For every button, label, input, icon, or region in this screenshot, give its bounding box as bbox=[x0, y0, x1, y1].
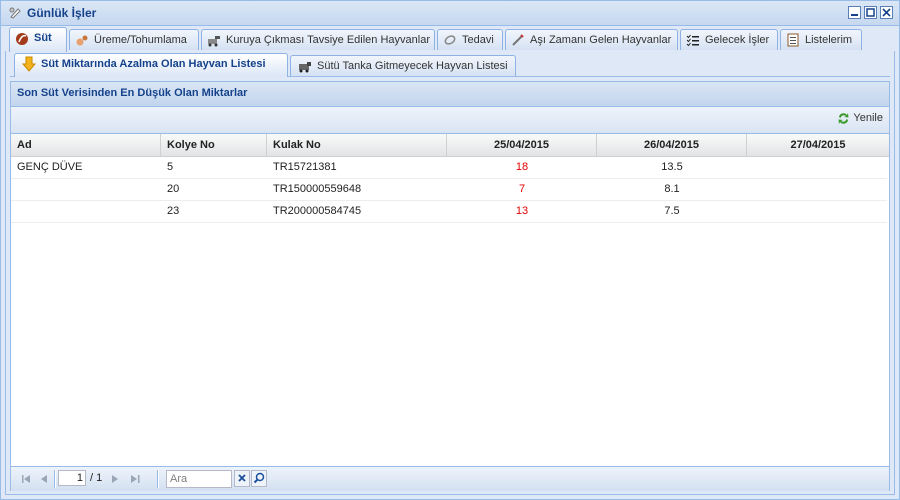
previous-page-icon[interactable] bbox=[37, 472, 51, 486]
refresh-icon bbox=[838, 113, 849, 124]
cell-kolye-no: 20 bbox=[167, 183, 180, 195]
minimize-button[interactable] bbox=[848, 6, 861, 19]
close-button[interactable] bbox=[880, 6, 893, 19]
tab-ureme-tohumlama[interactable]: Üreme/Tohumlama bbox=[69, 29, 199, 50]
cell-ad: GENÇ DÜVE bbox=[17, 161, 83, 173]
milk-decrease-panel: Son Süt Verisinden En Düşük Olan Miktarl… bbox=[10, 81, 890, 491]
pager-separator bbox=[157, 470, 159, 488]
arrow-down-icon bbox=[21, 56, 37, 72]
cell-date-2: 7.5 bbox=[664, 205, 680, 217]
list-icon bbox=[787, 33, 799, 47]
tab-content-sut: Süt Miktarında Azalma Olan Hayvan Listes… bbox=[5, 51, 895, 495]
tab-tedavi[interactable]: Tedavi bbox=[437, 29, 503, 50]
treatment-icon bbox=[444, 35, 456, 45]
daily-tasks-icon bbox=[9, 7, 21, 19]
tab-label: Gelecek İşler bbox=[705, 34, 770, 46]
cell-kulak-no: TR150000559648 bbox=[273, 183, 362, 195]
task-list-icon bbox=[686, 34, 699, 47]
page-total: / 1 bbox=[90, 472, 103, 484]
tab-label: Üreme/Tohumlama bbox=[94, 34, 187, 46]
window-title: Günlük İşler bbox=[27, 6, 97, 20]
cell-date-1: 13 bbox=[515, 205, 529, 217]
paging-toolbar: 1 / 1 Ara bbox=[11, 466, 889, 491]
table-row[interactable]: 20 TR150000559648 7 8.1 bbox=[11, 179, 887, 201]
pager-separator bbox=[54, 470, 56, 488]
search-icon[interactable] bbox=[251, 470, 267, 487]
next-page-icon[interactable] bbox=[108, 472, 122, 486]
cell-date-3 bbox=[747, 157, 887, 178]
tab-label: Aşı Zamanı Gelen Hayvanlar bbox=[530, 34, 672, 46]
first-page-icon[interactable] bbox=[19, 472, 33, 486]
cell-ad bbox=[11, 201, 161, 222]
cell-kolye-no: 23 bbox=[167, 205, 180, 217]
cell-date-2: 8.1 bbox=[664, 183, 680, 195]
tank-icon bbox=[299, 62, 311, 73]
cell-date-2: 13.5 bbox=[661, 161, 683, 173]
sub-tabbar: Süt Miktarında Azalma Olan Hayvan Listes… bbox=[10, 52, 890, 77]
cell-ad bbox=[11, 179, 161, 200]
tab-label: Süt bbox=[34, 32, 52, 44]
grid-header: Ad Kolye No Kulak No 25/04/2015 26/04/20… bbox=[11, 134, 889, 157]
tab-gelecek-isler[interactable]: Gelecek İşler bbox=[680, 29, 778, 50]
subtab-sutu-tanka-gitmeyecek[interactable]: Sütü Tanka Gitmeyecek Hayvan Listesi bbox=[290, 55, 516, 76]
maximize-icon bbox=[866, 8, 875, 17]
tab-label: Tedavi bbox=[462, 34, 494, 46]
subtab-label: Sütü Tanka Gitmeyecek Hayvan Listesi bbox=[317, 60, 508, 72]
close-icon bbox=[882, 8, 891, 17]
window-titlebar[interactable]: Günlük İşler bbox=[1, 1, 899, 26]
cell-kulak-no: TR15721381 bbox=[273, 161, 337, 173]
column-header-date-2[interactable]: 26/04/2015 bbox=[597, 134, 747, 156]
clear-search-icon[interactable] bbox=[234, 470, 250, 487]
subtab-label: Süt Miktarında Azalma Olan Hayvan Listes… bbox=[41, 58, 266, 70]
cell-kolye-no: 5 bbox=[167, 161, 174, 173]
cell-date-3 bbox=[747, 179, 887, 200]
search-input[interactable]: Ara bbox=[166, 470, 232, 488]
page-number-input[interactable]: 1 bbox=[58, 470, 86, 486]
tab-kuruya-cikmasi[interactable]: Kuruya Çıkması Tavsiye Edilen Hayvanlar bbox=[201, 29, 435, 50]
refresh-label: Yenile bbox=[853, 112, 883, 124]
column-header-date-3[interactable]: 27/04/2015 bbox=[747, 134, 889, 156]
dry-off-icon bbox=[208, 36, 220, 47]
panel-title: Son Süt Verisinden En Düşük Olan Miktarl… bbox=[17, 87, 248, 99]
table-row[interactable]: GENÇ DÜVE 5 TR15721381 18 13.5 bbox=[11, 157, 887, 179]
column-header-ad[interactable]: Ad bbox=[11, 134, 161, 156]
grid-toolbar: Yenile bbox=[11, 107, 889, 134]
tab-sut[interactable]: Süt bbox=[9, 27, 67, 52]
cell-date-1: 7 bbox=[518, 183, 526, 195]
breeding-icon bbox=[76, 35, 88, 46]
panel-header: Son Süt Verisinden En Düşük Olan Miktarl… bbox=[11, 82, 889, 107]
last-page-icon[interactable] bbox=[128, 472, 142, 486]
tab-asi-zamani[interactable]: Aşı Zamanı Gelen Hayvanlar bbox=[505, 29, 678, 50]
main-tabbar: Süt Üreme/Tohumlama Kuruya Çıkması Tavsi… bbox=[5, 27, 895, 52]
column-header-kulak-no[interactable]: Kulak No bbox=[267, 134, 447, 156]
tab-label: Listelerim bbox=[805, 34, 853, 46]
refresh-button[interactable]: Yenile bbox=[837, 112, 883, 124]
daily-tasks-window: Günlük İşler Süt Üreme/Tohumlama Kuruya … bbox=[0, 0, 900, 500]
minimize-icon bbox=[851, 14, 858, 16]
subtab-sut-azalma[interactable]: Süt Miktarında Azalma Olan Hayvan Listes… bbox=[14, 53, 288, 77]
table-row[interactable]: 23 TR200000584745 13 7.5 bbox=[11, 201, 887, 223]
vaccine-icon bbox=[512, 34, 524, 46]
column-header-date-1[interactable]: 25/04/2015 bbox=[447, 134, 597, 156]
cell-date-1: 18 bbox=[515, 161, 529, 173]
milk-icon bbox=[16, 33, 28, 45]
column-header-kolye-no[interactable]: Kolye No bbox=[161, 134, 267, 156]
cell-kulak-no: TR200000584745 bbox=[273, 205, 362, 217]
maximize-button[interactable] bbox=[864, 6, 877, 19]
cell-date-3 bbox=[747, 201, 887, 222]
tab-label: Kuruya Çıkması Tavsiye Edilen Hayvanlar bbox=[226, 34, 430, 46]
tab-listelerim[interactable]: Listelerim bbox=[780, 29, 862, 50]
